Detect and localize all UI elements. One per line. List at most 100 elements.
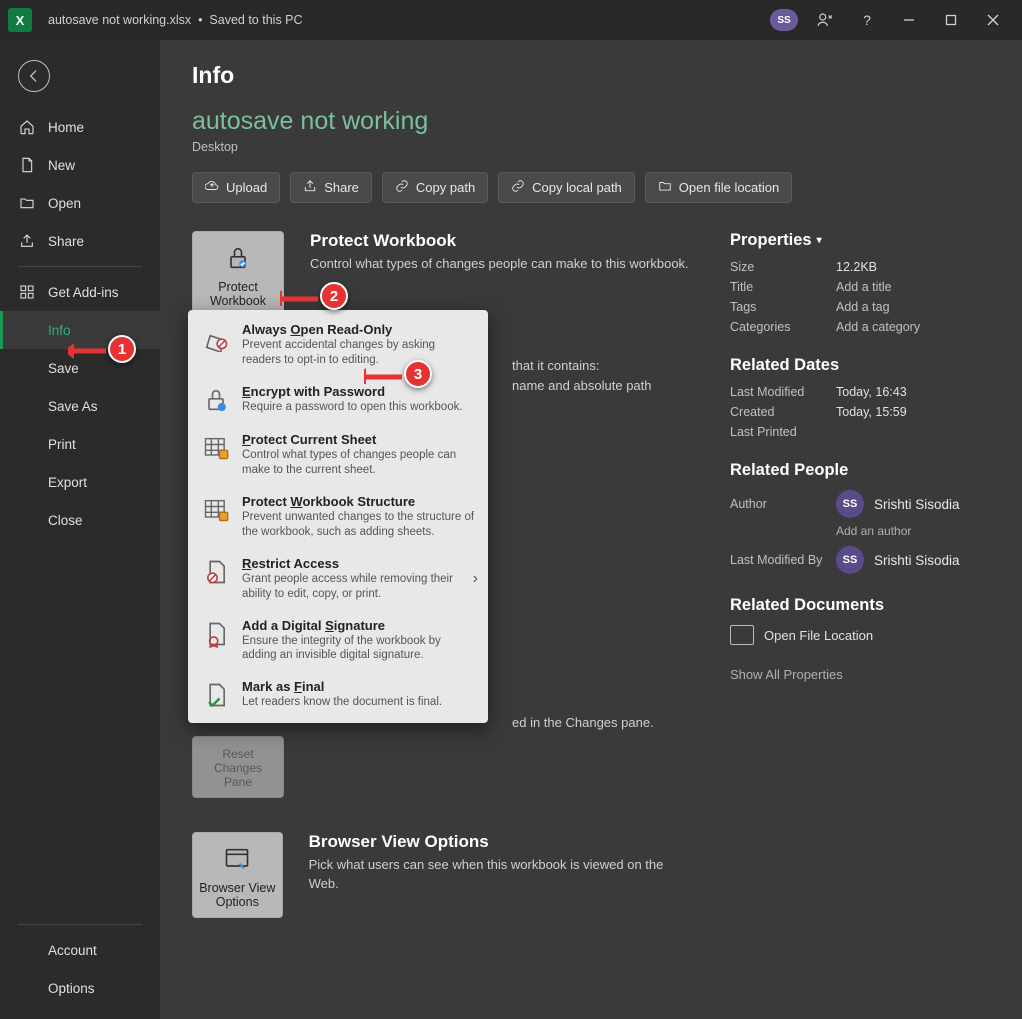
menu-item-icon (200, 432, 232, 464)
upload-icon (205, 179, 219, 196)
menu-item-title: Restrict Access (242, 556, 476, 571)
prop-value[interactable]: Add a title (836, 280, 892, 294)
prop-label: Tags (730, 300, 836, 314)
browser-view-options-button[interactable]: Browser View Options (192, 832, 283, 918)
upload-button[interactable]: Upload (192, 172, 280, 203)
prop-value: Today, 16:43 (836, 385, 907, 399)
minimize-button[interactable] (888, 2, 930, 38)
prop-value: Today, 15:59 (836, 405, 907, 419)
menu-item-icon (200, 556, 232, 588)
menu-item-icon (200, 618, 232, 650)
share-button[interactable]: Share (290, 172, 372, 203)
sidebar-item-new[interactable]: New (0, 146, 160, 184)
folder-icon (658, 179, 672, 196)
menu-item-description: Grant people access while removing their… (242, 572, 476, 602)
show-all-properties-link[interactable]: Show All Properties (730, 667, 843, 682)
dropdown-item-protect-current-sheet[interactable]: Protect Current SheetControl what types … (188, 424, 488, 486)
titlebar: autosave not working.xlsx • Saved to thi… (0, 0, 1022, 40)
menu-item-title: Add a Digital Signature (242, 618, 476, 633)
link-icon (395, 179, 409, 196)
sidebar-item-label: Account (48, 943, 97, 958)
dropdown-item-always-open-read-only[interactable]: Always Open Read-OnlyPrevent accidental … (188, 314, 488, 376)
annotation-badge-3: 3 (404, 360, 432, 388)
chevron-right-icon: › (473, 570, 478, 588)
document-icon (18, 156, 36, 174)
share-icon (18, 232, 36, 250)
copy-local-path-button[interactable]: Copy local path (498, 172, 635, 203)
menu-item-description: Ensure the integrity of the workbook by … (242, 634, 476, 664)
sidebar-item-label: Print (48, 437, 76, 452)
sidebar-item-label: Close (48, 513, 83, 528)
annotation-badge-1: 1 (108, 335, 136, 363)
coming-soon-icon[interactable] (804, 2, 846, 38)
prop-value[interactable]: Add a category (836, 320, 920, 334)
button-label: Protect Workbook (199, 280, 277, 308)
prop-label: Last Printed (730, 425, 836, 439)
sidebar-item-options[interactable]: Options (0, 969, 160, 1007)
sidebar-item-label: New (48, 158, 75, 173)
prop-value[interactable]: Add a tag (836, 300, 890, 314)
avatar: SS (836, 546, 864, 574)
browser-icon (221, 843, 253, 875)
folder-open-icon (18, 194, 36, 212)
close-button[interactable] (972, 2, 1014, 38)
folder-icon (730, 625, 754, 645)
button-label: Open file location (679, 180, 779, 195)
reset-changes-pane-button[interactable]: Reset Changes Pane (192, 736, 284, 798)
link-label: Open File Location (764, 628, 873, 643)
sidebar-item-label: Export (48, 475, 87, 490)
document-title: autosave not working (192, 107, 990, 136)
help-icon[interactable]: ? (846, 2, 888, 38)
share-icon (303, 179, 317, 196)
document-location: Desktop (192, 140, 990, 154)
menu-item-icon (200, 494, 232, 526)
sidebar-item-open[interactable]: Open (0, 184, 160, 222)
button-label: Copy path (416, 180, 475, 195)
open-file-location-button[interactable]: Open file location (645, 172, 792, 203)
open-file-location-link[interactable]: Open File Location (730, 625, 990, 645)
changes-hidden-text: ed in the Changes pane. (512, 715, 654, 730)
button-label: Upload (226, 180, 267, 195)
copy-path-button[interactable]: Copy path (382, 172, 488, 203)
sidebar-item-close[interactable]: Close (0, 501, 160, 539)
sidebar-item-label: Save As (48, 399, 98, 414)
sidebar-item-home[interactable]: Home (0, 108, 160, 146)
prop-label: Created (730, 405, 836, 419)
prop-label: Title (730, 280, 836, 294)
dropdown-item-restrict-access[interactable]: Restrict AccessGrant people access while… (188, 548, 488, 610)
backstage-sidebar: Home New Open Share Get Add-ins Info Sav… (0, 40, 160, 1019)
inspect-hidden-text: that it contains: (512, 356, 690, 376)
excel-app-icon (8, 8, 32, 32)
section-description: Pick what users can see when this workbo… (309, 856, 690, 894)
author-name: Srishti Sisodia (874, 497, 960, 512)
menu-item-icon (200, 384, 232, 416)
add-author-link[interactable]: Add an author (836, 524, 990, 538)
dropdown-item-encrypt-with-password[interactable]: Encrypt with PasswordRequire a password … (188, 376, 488, 424)
dropdown-item-mark-as-final[interactable]: Mark as FinalLet readers know the docume… (188, 671, 488, 719)
sidebar-item-export[interactable]: Export (0, 463, 160, 501)
page-title: Info (192, 62, 990, 89)
dropdown-item-protect-workbook-structure[interactable]: Protect Workbook StructurePrevent unwant… (188, 486, 488, 548)
dropdown-item-add-a-digital-signature[interactable]: Add a Digital SignatureEnsure the integr… (188, 610, 488, 672)
sidebar-item-save-as[interactable]: Save As (0, 387, 160, 425)
sidebar-item-get-addins[interactable]: Get Add-ins (0, 273, 160, 311)
properties-header[interactable]: Properties ▾ (730, 231, 990, 250)
avatar: SS (836, 490, 864, 518)
menu-item-title: Mark as Final (242, 679, 476, 694)
prop-value: 12.2KB (836, 260, 877, 274)
prop-label: Last Modified (730, 385, 836, 399)
maximize-button[interactable] (930, 2, 972, 38)
sidebar-item-share[interactable]: Share (0, 222, 160, 260)
prop-label: Size (730, 260, 836, 274)
button-label: Copy local path (532, 180, 622, 195)
chevron-down-icon: ▾ (817, 235, 822, 246)
menu-item-title: Protect Workbook Structure (242, 494, 476, 509)
prop-label: Categories (730, 320, 836, 334)
menu-item-icon (200, 322, 232, 354)
user-badge[interactable]: SS (770, 9, 798, 31)
home-icon (18, 118, 36, 136)
sidebar-item-print[interactable]: Print (0, 425, 160, 463)
button-label: Reset Changes Pane (199, 747, 277, 789)
sidebar-item-account[interactable]: Account (0, 931, 160, 969)
back-button[interactable] (18, 60, 50, 92)
